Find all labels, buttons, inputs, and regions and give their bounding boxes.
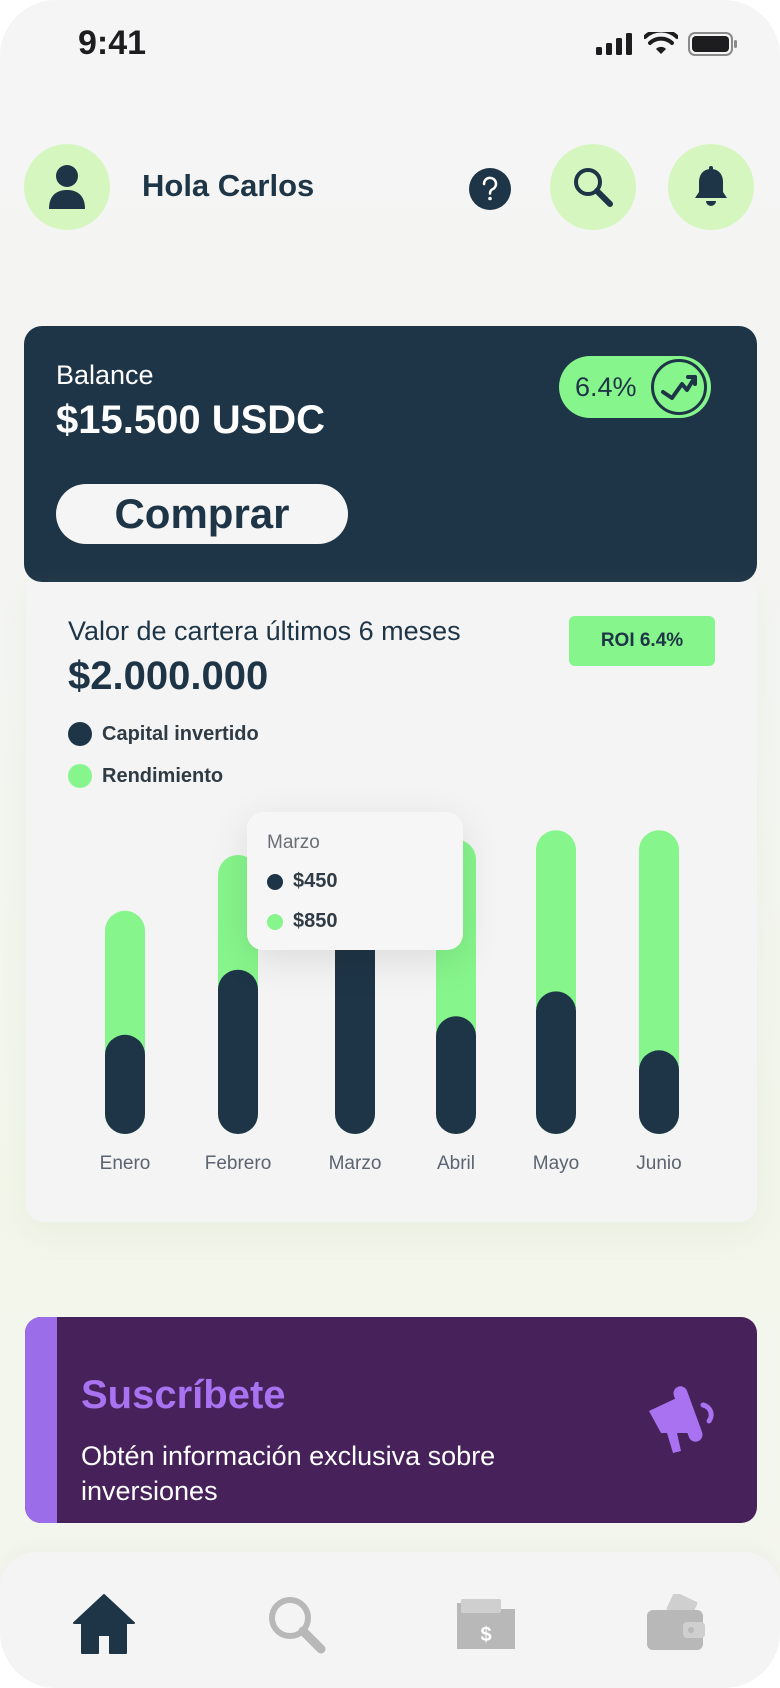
home-icon bbox=[73, 1594, 135, 1654]
x-tick-label: Marzo bbox=[329, 1153, 382, 1174]
notifications-button[interactable] bbox=[668, 144, 754, 230]
status-icons bbox=[596, 32, 738, 56]
x-tick-label: Enero bbox=[100, 1153, 151, 1174]
search-button[interactable] bbox=[550, 144, 636, 230]
x-tick-label: Febrero bbox=[205, 1153, 272, 1174]
x-tick-label: Abril bbox=[437, 1153, 475, 1174]
subscribe-banner[interactable]: Suscríbete Obtén información exclusiva s… bbox=[25, 1317, 757, 1523]
balance-change-badge: 6.4% bbox=[559, 356, 711, 418]
wifi-icon bbox=[644, 32, 678, 54]
trend-check-icon bbox=[651, 359, 707, 415]
status-time: 9:41 bbox=[78, 24, 147, 62]
greeting: Hola Carlos bbox=[142, 168, 315, 203]
battery-icon bbox=[688, 32, 737, 56]
tooltip-rendimiento: $850 bbox=[267, 910, 338, 933]
tooltip-month: Marzo bbox=[267, 832, 320, 853]
search-icon bbox=[574, 168, 613, 207]
tooltip-rendimiento-value: $850 bbox=[293, 910, 338, 932]
search-icon bbox=[269, 1597, 326, 1654]
folder-dollar-icon: $ bbox=[457, 1599, 515, 1649]
x-tick-label: Junio bbox=[636, 1153, 681, 1174]
megaphone-icon bbox=[649, 1386, 714, 1453]
wallet-icon bbox=[647, 1594, 705, 1650]
nav-transactions[interactable]: $ bbox=[450, 1588, 522, 1660]
bell-icon bbox=[695, 166, 727, 206]
nav-wallet[interactable] bbox=[640, 1588, 712, 1660]
subscribe-title: Suscríbete bbox=[81, 1373, 286, 1417]
question-icon bbox=[482, 176, 498, 201]
bar-capital-mayo[interactable] bbox=[536, 991, 576, 1134]
app-screen: 9:41 Hola Carlos Balance $15.500 USDC Co… bbox=[0, 0, 780, 1688]
buy-button[interactable]: Comprar bbox=[56, 484, 348, 544]
balance-change-value: 6.4% bbox=[575, 371, 637, 402]
x-tick-label: Mayo bbox=[533, 1153, 579, 1174]
balance-label: Balance bbox=[56, 360, 154, 390]
bar-capital-junio[interactable] bbox=[639, 1050, 679, 1134]
bar-capital-abril[interactable] bbox=[436, 1016, 476, 1134]
tooltip-dot-capital bbox=[267, 873, 283, 890]
portfolio-card: Valor de cartera últimos 6 meses $2.000.… bbox=[26, 582, 757, 1222]
bar-capital-enero[interactable] bbox=[105, 1034, 145, 1134]
signal-icon bbox=[596, 33, 632, 55]
avatar[interactable] bbox=[24, 144, 110, 230]
svg-text:$: $ bbox=[480, 1624, 491, 1646]
help-button[interactable] bbox=[469, 168, 511, 210]
subscribe-text: Obtén información exclusiva sobre invers… bbox=[81, 1441, 496, 1506]
tooltip-dot-rendimiento bbox=[267, 913, 283, 930]
tooltip-capital: $450 bbox=[267, 870, 338, 893]
bottom-nav: $ bbox=[0, 1552, 780, 1688]
nav-home[interactable] bbox=[68, 1588, 140, 1660]
bar-capital-febrero[interactable] bbox=[218, 969, 258, 1134]
chart-tooltip: Marzo $450 $850 bbox=[247, 812, 463, 950]
user-icon bbox=[49, 165, 85, 209]
tooltip-capital-value: $450 bbox=[293, 870, 338, 892]
subscribe-stripe bbox=[25, 1317, 57, 1523]
balance-value: $15.500 USDC bbox=[56, 398, 326, 442]
balance-card: Balance $15.500 USDC Comprar 6.4% bbox=[24, 326, 757, 582]
nav-search[interactable] bbox=[260, 1588, 332, 1660]
